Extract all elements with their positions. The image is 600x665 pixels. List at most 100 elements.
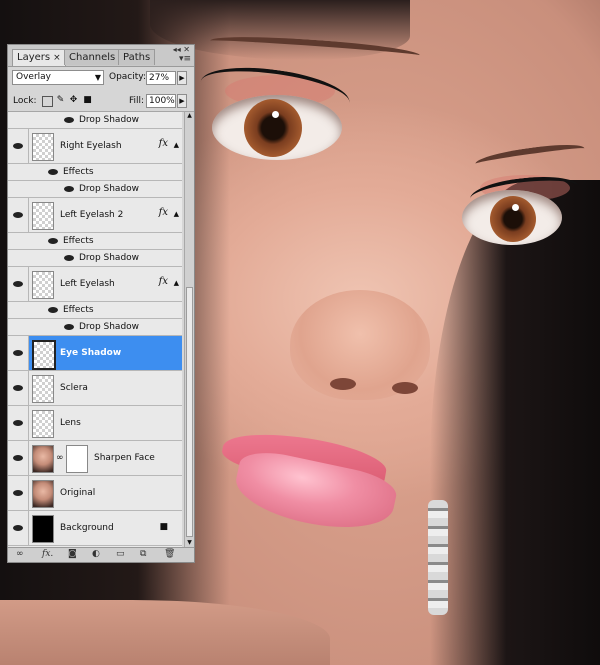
layer-row[interactable]: Sclera	[8, 371, 182, 406]
visibility-cell	[8, 129, 29, 163]
visibility-cell	[8, 198, 29, 232]
layer-thumbnail	[32, 375, 54, 403]
fill-slider-icon[interactable]: ▶	[177, 94, 187, 108]
tab-paths-label: Paths	[123, 52, 151, 63]
effect-row[interactable]: Drop Shadow	[8, 181, 182, 198]
lock-move-icon[interactable]: ✥	[69, 96, 78, 105]
lock-icon: ■	[159, 522, 168, 532]
eye-icon[interactable]	[64, 186, 74, 192]
opacity-label: Opacity:	[109, 72, 146, 82]
link-icon[interactable]: ∞	[56, 453, 64, 463]
eye-icon[interactable]	[13, 281, 23, 287]
mask-icon[interactable]: ◙	[68, 549, 77, 559]
eye-icon[interactable]	[48, 307, 58, 313]
eye-icon[interactable]	[13, 420, 23, 426]
lock-row: Lock: ✎ ✥ ■ Fill: 100% ▶	[8, 91, 194, 112]
adjustment-icon[interactable]: ◐	[92, 549, 100, 559]
tab-channels-label: Channels	[69, 52, 116, 63]
panel-tabs: Layers × Channels Paths ◂◂ ✕ ▾≡	[8, 45, 194, 67]
lock-label: Lock:	[13, 96, 37, 106]
blend-mode-select[interactable]: Overlay ▼	[12, 70, 104, 85]
tab-paths[interactable]: Paths	[118, 49, 156, 65]
layer-thumbnail	[32, 340, 56, 370]
expand-icon[interactable]: ▲	[174, 141, 179, 149]
effects-row[interactable]: Effects	[8, 233, 182, 250]
layer-row[interactable]: Right Eyelash fx ▲	[8, 129, 182, 164]
layer-row[interactable]: Left Eyelash fx ▲	[8, 267, 182, 302]
fx-icon[interactable]: fx	[159, 207, 168, 218]
visibility-cell	[8, 511, 29, 545]
lock-transparency-icon[interactable]	[42, 96, 53, 107]
fx-icon[interactable]: fx	[159, 276, 168, 287]
layer-name: Lens	[60, 418, 81, 428]
opacity-slider-icon[interactable]: ▶	[177, 71, 187, 85]
expand-icon[interactable]: ▲	[174, 279, 179, 287]
tab-layers[interactable]: Layers ×	[12, 49, 66, 66]
trash-icon[interactable]: 🗑	[164, 549, 175, 559]
eye-icon[interactable]	[64, 324, 74, 330]
fill-input[interactable]: 100%	[146, 94, 176, 108]
panel-menu-icon[interactable]: ▾≡	[179, 54, 191, 64]
effect-row[interactable]: Drop Shadow	[8, 112, 182, 129]
eye-icon[interactable]	[64, 255, 74, 261]
eye-icon[interactable]	[13, 385, 23, 391]
lock-paint-icon[interactable]: ✎	[56, 96, 65, 105]
layer-name: Left Eyelash	[60, 279, 115, 289]
eye-icon[interactable]	[48, 238, 58, 244]
close-icon[interactable]: ×	[53, 53, 61, 63]
effect-label: Drop Shadow	[79, 253, 140, 263]
tab-channels[interactable]: Channels	[64, 49, 121, 65]
opacity-input[interactable]: 27%	[146, 71, 176, 85]
eye-icon[interactable]	[13, 525, 23, 531]
layer-name: Sclera	[60, 383, 88, 393]
fx-icon[interactable]: fx.	[42, 549, 53, 559]
layer-thumbnail	[32, 445, 54, 473]
eye-icon[interactable]	[64, 117, 74, 123]
effect-row[interactable]: Drop Shadow	[8, 319, 182, 336]
blend-row: Overlay ▼ Opacity: 27% ▶	[8, 67, 194, 89]
eye-icon[interactable]	[13, 490, 23, 496]
collapse-icon[interactable]: ◂◂ ✕	[173, 45, 190, 54]
nostril-right	[392, 382, 418, 394]
new-layer-icon[interactable]: ⧉	[140, 549, 146, 559]
layer-row[interactable]: ∞ Sharpen Face	[8, 441, 182, 476]
fx-icon[interactable]: fx	[159, 138, 168, 149]
effect-row[interactable]: Drop Shadow	[8, 250, 182, 267]
layer-name: Eye Shadow	[60, 348, 122, 358]
layer-row[interactable]: Left Eyelash 2 fx ▲	[8, 198, 182, 233]
eye-icon[interactable]	[13, 143, 23, 149]
fill-label: Fill:	[129, 96, 145, 106]
visibility-cell	[8, 441, 29, 475]
layer-row[interactable]: Lens	[8, 406, 182, 441]
eye-icon[interactable]	[48, 169, 58, 175]
expand-icon[interactable]: ▲	[174, 210, 179, 218]
eye-icon[interactable]	[13, 212, 23, 218]
lock-all-icon[interactable]: ■	[83, 96, 92, 105]
layers-scrollbar[interactable]: ▲ ▼	[184, 112, 194, 549]
visibility-cell	[8, 336, 29, 370]
layer-row[interactable]: Original	[8, 476, 182, 511]
effects-label: Effects	[63, 305, 94, 315]
layer-row-selected[interactable]: Eye Shadow	[8, 336, 182, 371]
layer-name: Sharpen Face	[94, 453, 155, 463]
effects-label: Effects	[63, 236, 94, 246]
visibility-cell	[8, 267, 29, 301]
effect-label: Drop Shadow	[79, 115, 140, 125]
effect-label: Drop Shadow	[79, 322, 140, 332]
layer-row[interactable]: Background ■	[8, 511, 182, 546]
eye-icon[interactable]	[13, 350, 23, 356]
layer-thumbnail	[32, 271, 54, 299]
scroll-up-icon[interactable]: ▲	[185, 112, 194, 122]
layer-name: Left Eyelash 2	[60, 210, 124, 220]
eye-icon[interactable]	[13, 455, 23, 461]
link-icon[interactable]: ∞	[16, 549, 24, 559]
layer-thumbnail	[32, 202, 54, 230]
hair-right	[430, 180, 600, 665]
left-eyebrow	[474, 140, 586, 172]
effects-row[interactable]: Effects	[8, 164, 182, 181]
scrollbar-thumb[interactable]	[186, 287, 193, 537]
folder-icon[interactable]: ▭	[116, 549, 125, 559]
layer-mask-thumbnail[interactable]	[66, 445, 88, 473]
effects-row[interactable]: Effects	[8, 302, 182, 319]
layer-name: Right Eyelash	[60, 141, 122, 151]
